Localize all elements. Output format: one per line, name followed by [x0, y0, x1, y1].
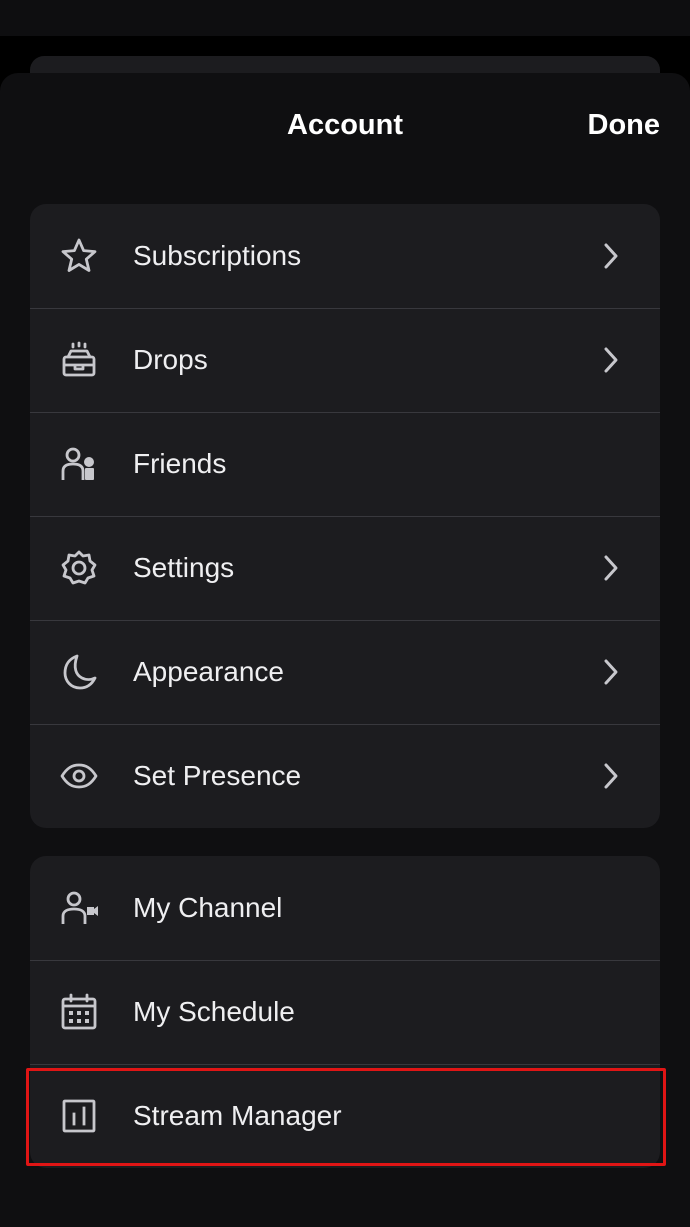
menu-item-label: Drops	[133, 344, 208, 375]
account-menu-group: Subscriptions Drops Friends Settings App…	[30, 204, 660, 828]
menu-item-subscriptions[interactable]: Subscriptions	[30, 204, 660, 308]
menu-item-label: My Channel	[133, 892, 283, 923]
friends-icon	[59, 444, 99, 484]
page-title: Account	[287, 109, 403, 141]
chevron-right-icon	[602, 554, 620, 582]
bar-chart-icon	[59, 1096, 99, 1136]
menu-item-my-schedule[interactable]: My Schedule	[30, 960, 660, 1064]
menu-item-label: Stream Manager	[133, 1100, 342, 1131]
menu-item-label: Subscriptions	[133, 240, 302, 271]
menu-item-stream-manager[interactable]: Stream Manager	[30, 1064, 660, 1168]
status-bar-area	[0, 0, 690, 36]
drops-icon	[59, 340, 99, 380]
chevron-right-icon	[602, 346, 620, 374]
star-icon	[59, 236, 99, 276]
account-sheet: Account Done Subscriptions Drops Friends…	[0, 73, 690, 1227]
channel-icon	[59, 888, 99, 928]
eye-icon	[59, 756, 99, 796]
menu-item-label: Set Presence	[133, 760, 302, 791]
menu-item-settings[interactable]: Settings	[30, 516, 660, 620]
menu-item-label: Friends	[133, 448, 227, 479]
chevron-right-icon	[602, 658, 620, 686]
menu-item-friends[interactable]: Friends	[30, 412, 660, 516]
menu-item-label: My Schedule	[133, 996, 295, 1027]
menu-item-appearance[interactable]: Appearance	[30, 620, 660, 724]
moon-icon	[59, 652, 99, 692]
menu-item-label: Appearance	[133, 656, 285, 687]
sheet-header: Account Done	[0, 73, 690, 177]
chevron-right-icon	[602, 242, 620, 270]
menu-item-label: Settings	[133, 552, 235, 583]
calendar-icon	[59, 992, 99, 1032]
creator-menu-group: My Channel My Schedule Stream Manager	[30, 856, 660, 1168]
chevron-right-icon	[602, 762, 620, 790]
menu-item-set-presence[interactable]: Set Presence	[30, 724, 660, 828]
gear-icon	[59, 548, 99, 588]
menu-item-my-channel[interactable]: My Channel	[30, 856, 660, 960]
done-button[interactable]: Done	[588, 107, 661, 143]
menu-item-drops[interactable]: Drops	[30, 308, 660, 412]
